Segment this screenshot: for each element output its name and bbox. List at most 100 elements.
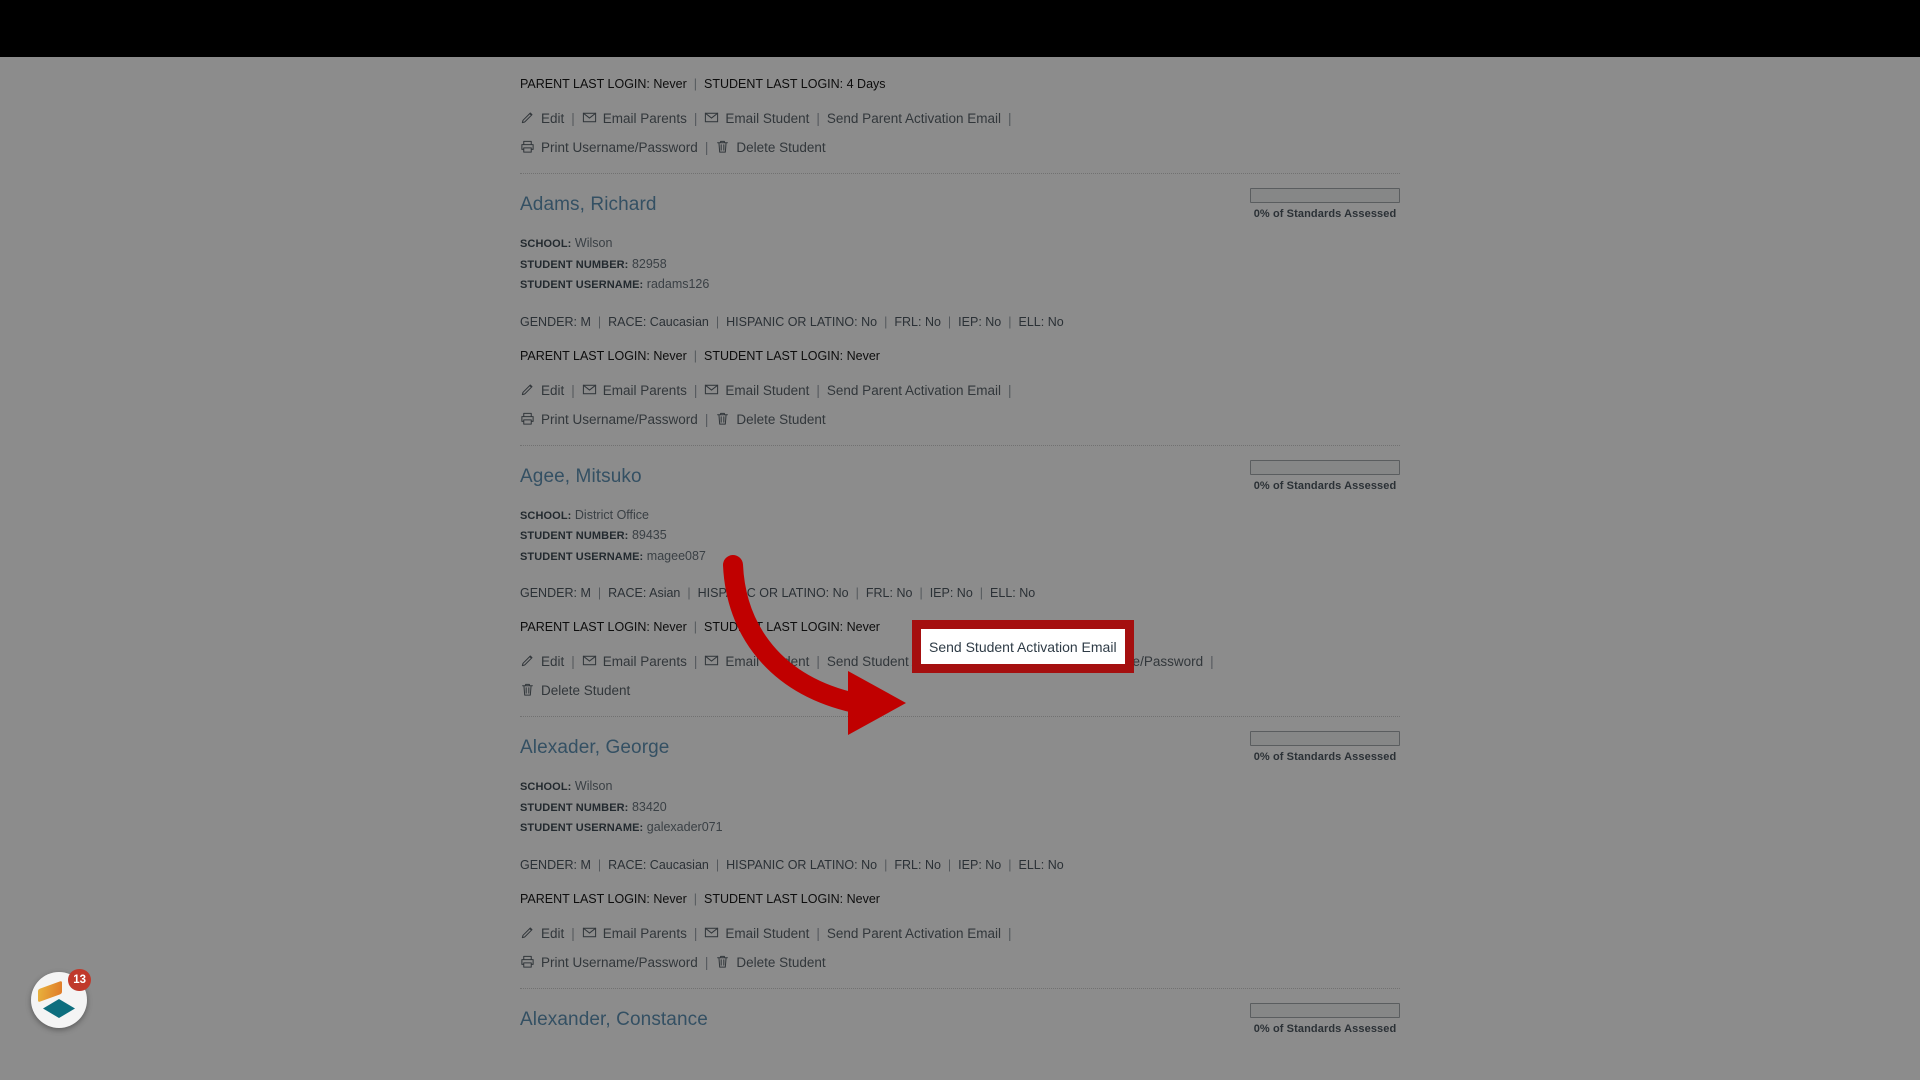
school-value: Wilson [575, 236, 613, 250]
progress-bar [1250, 460, 1400, 475]
action-edit[interactable]: Edit [520, 920, 564, 949]
separator: | [877, 858, 894, 872]
envelope-icon [582, 107, 597, 134]
action-delete-student[interactable]: Delete Student [520, 677, 630, 706]
action-edit[interactable]: Edit [520, 377, 564, 406]
progress-container: 0% of Standards Assessed [1250, 731, 1400, 763]
student-username-row: STUDENT USERNAME: radams126 [520, 275, 1400, 296]
hispanic-label: HISPANIC OR LATINO: [726, 315, 858, 329]
student-record: 0% of Standards Assessed Alexander, Const… [520, 989, 1400, 1059]
progress-label: 0% of Standards Assessed [1250, 1023, 1400, 1035]
envelope-icon [704, 379, 719, 406]
action-delete-student[interactable]: Delete Student [715, 134, 825, 163]
gender-value: M [580, 858, 590, 872]
parent-last-login-label: PARENT LAST LOGIN: [520, 892, 650, 906]
separator: | [591, 315, 608, 329]
action-send-parent-activation[interactable]: Send Parent Activation Email [827, 105, 1001, 132]
separator: | [564, 654, 582, 669]
ell-label: ELL: [1019, 315, 1045, 329]
progress-container: 0% of Standards Assessed [1250, 188, 1400, 220]
parent-last-login-label: PARENT LAST LOGIN: [520, 620, 650, 634]
login-row: PARENT LAST LOGIN: Never|STUDENT LAST LO… [520, 892, 1400, 906]
action-email-student[interactable]: Email Student [704, 377, 809, 406]
school-row: SCHOOL: District Office [520, 506, 1400, 527]
student-number-row: STUDENT NUMBER: 89435 [520, 526, 1400, 547]
action-email-student-label: Email Student [725, 111, 809, 126]
login-row: PARENT LAST LOGIN: Never|STUDENT LAST LO… [520, 349, 1400, 363]
student-name-link[interactable]: Alexander, Constance [520, 1009, 708, 1031]
action-delete-student-label: Delete Student [736, 412, 825, 427]
action-print-credentials[interactable]: Print Username/Password [520, 949, 698, 978]
action-links: Edit|Email Parents|Email Student|Send Pa… [520, 377, 1400, 435]
action-email-student[interactable]: Email Student [704, 648, 809, 677]
separator: | [698, 140, 716, 155]
progress-bar [1250, 1003, 1400, 1018]
student-last-login-value: Never [847, 349, 880, 363]
gender-value: M [580, 315, 590, 329]
parent-last-login-value: Never [653, 620, 686, 634]
action-delete-student[interactable]: Delete Student [715, 949, 825, 978]
iep-value: No [985, 858, 1001, 872]
separator: | [973, 586, 990, 600]
trash-icon [715, 951, 730, 978]
student-name-link[interactable]: Agee, Mitsuko [520, 466, 642, 488]
action-email-parents-label: Email Parents [603, 654, 687, 669]
separator: | [941, 858, 958, 872]
action-send-parent-activation[interactable]: Send Parent Activation Email [827, 377, 1001, 404]
gender-label: GENDER: [520, 315, 577, 329]
student-name-link[interactable]: Alexader, George [520, 737, 669, 759]
student-username-row: STUDENT USERNAME: galexader071 [520, 818, 1400, 839]
school-value: Wilson [575, 779, 613, 793]
action-edit-label: Edit [541, 654, 564, 669]
student-roster-page: PARENT LAST LOGIN: Never|STUDENT LAST LO… [0, 63, 1920, 1059]
notifications-fab[interactable]: 13 [31, 972, 87, 1028]
student-username-value: galexader071 [647, 820, 723, 834]
action-email-student[interactable]: Email Student [704, 920, 809, 949]
ell-value: No [1048, 858, 1064, 872]
separator: | [698, 955, 716, 970]
frl-label: FRL: [894, 315, 921, 329]
logo-diamond-orange-icon [38, 981, 62, 1003]
action-email-parents-label: Email Parents [603, 111, 687, 126]
action-edit[interactable]: Edit [520, 105, 564, 134]
student-number-value: 82958 [632, 257, 667, 271]
ell-label: ELL: [1019, 858, 1045, 872]
action-delete-student[interactable]: Delete Student [715, 406, 825, 435]
separator: | [687, 926, 705, 941]
separator: | [687, 77, 704, 91]
separator: | [709, 858, 726, 872]
trash-icon [715, 408, 730, 435]
login-row: PARENT LAST LOGIN: Never|STUDENT LAST LO… [520, 77, 1400, 91]
separator: | [687, 892, 704, 906]
action-print-credentials[interactable]: Print Username/Password [520, 134, 698, 163]
action-send-parent-activation[interactable]: Send Parent Activation Email [827, 920, 1001, 947]
highlight-callout[interactable]: Send Student Activation Email [912, 620, 1134, 673]
action-send-parent-activation-label: Send Parent Activation Email [827, 926, 1001, 941]
student-number-value: 83420 [632, 800, 667, 814]
action-print-credentials[interactable]: Print Username/Password [520, 406, 698, 435]
parent-last-login-value: Never [653, 77, 686, 91]
ell-label: ELL: [990, 586, 1016, 600]
envelope-icon [704, 650, 719, 677]
action-email-parents[interactable]: Email Parents [582, 377, 687, 406]
action-print-credentials-label: Print Username/Password [541, 140, 698, 155]
pencil-icon [520, 922, 535, 949]
race-value: Asian [649, 586, 680, 600]
action-links: Edit|Email Parents|Email Student|Send Pa… [520, 105, 1400, 163]
action-edit[interactable]: Edit [520, 648, 564, 677]
student-record-partial: PARENT LAST LOGIN: Never|STUDENT LAST LO… [520, 77, 1400, 174]
action-email-student[interactable]: Email Student [704, 105, 809, 134]
action-email-parents[interactable]: Email Parents [582, 920, 687, 949]
separator: | [709, 315, 726, 329]
student-name-link[interactable]: Adams, Richard [520, 194, 657, 216]
demographics-row: GENDER: M|RACE: Caucasian|HISPANIC OR LA… [520, 315, 1400, 329]
frl-label: FRL: [894, 858, 921, 872]
student-meta: SCHOOL: WilsonSTUDENT NUMBER: 82958STUDE… [520, 234, 1400, 296]
separator: | [849, 586, 866, 600]
logo-diamond-teal-icon [43, 999, 75, 1018]
frl-value: No [896, 586, 912, 600]
school-label: SCHOOL: [520, 510, 571, 522]
action-edit-label: Edit [541, 111, 564, 126]
action-email-parents[interactable]: Email Parents [582, 105, 687, 134]
action-email-parents[interactable]: Email Parents [582, 648, 687, 677]
